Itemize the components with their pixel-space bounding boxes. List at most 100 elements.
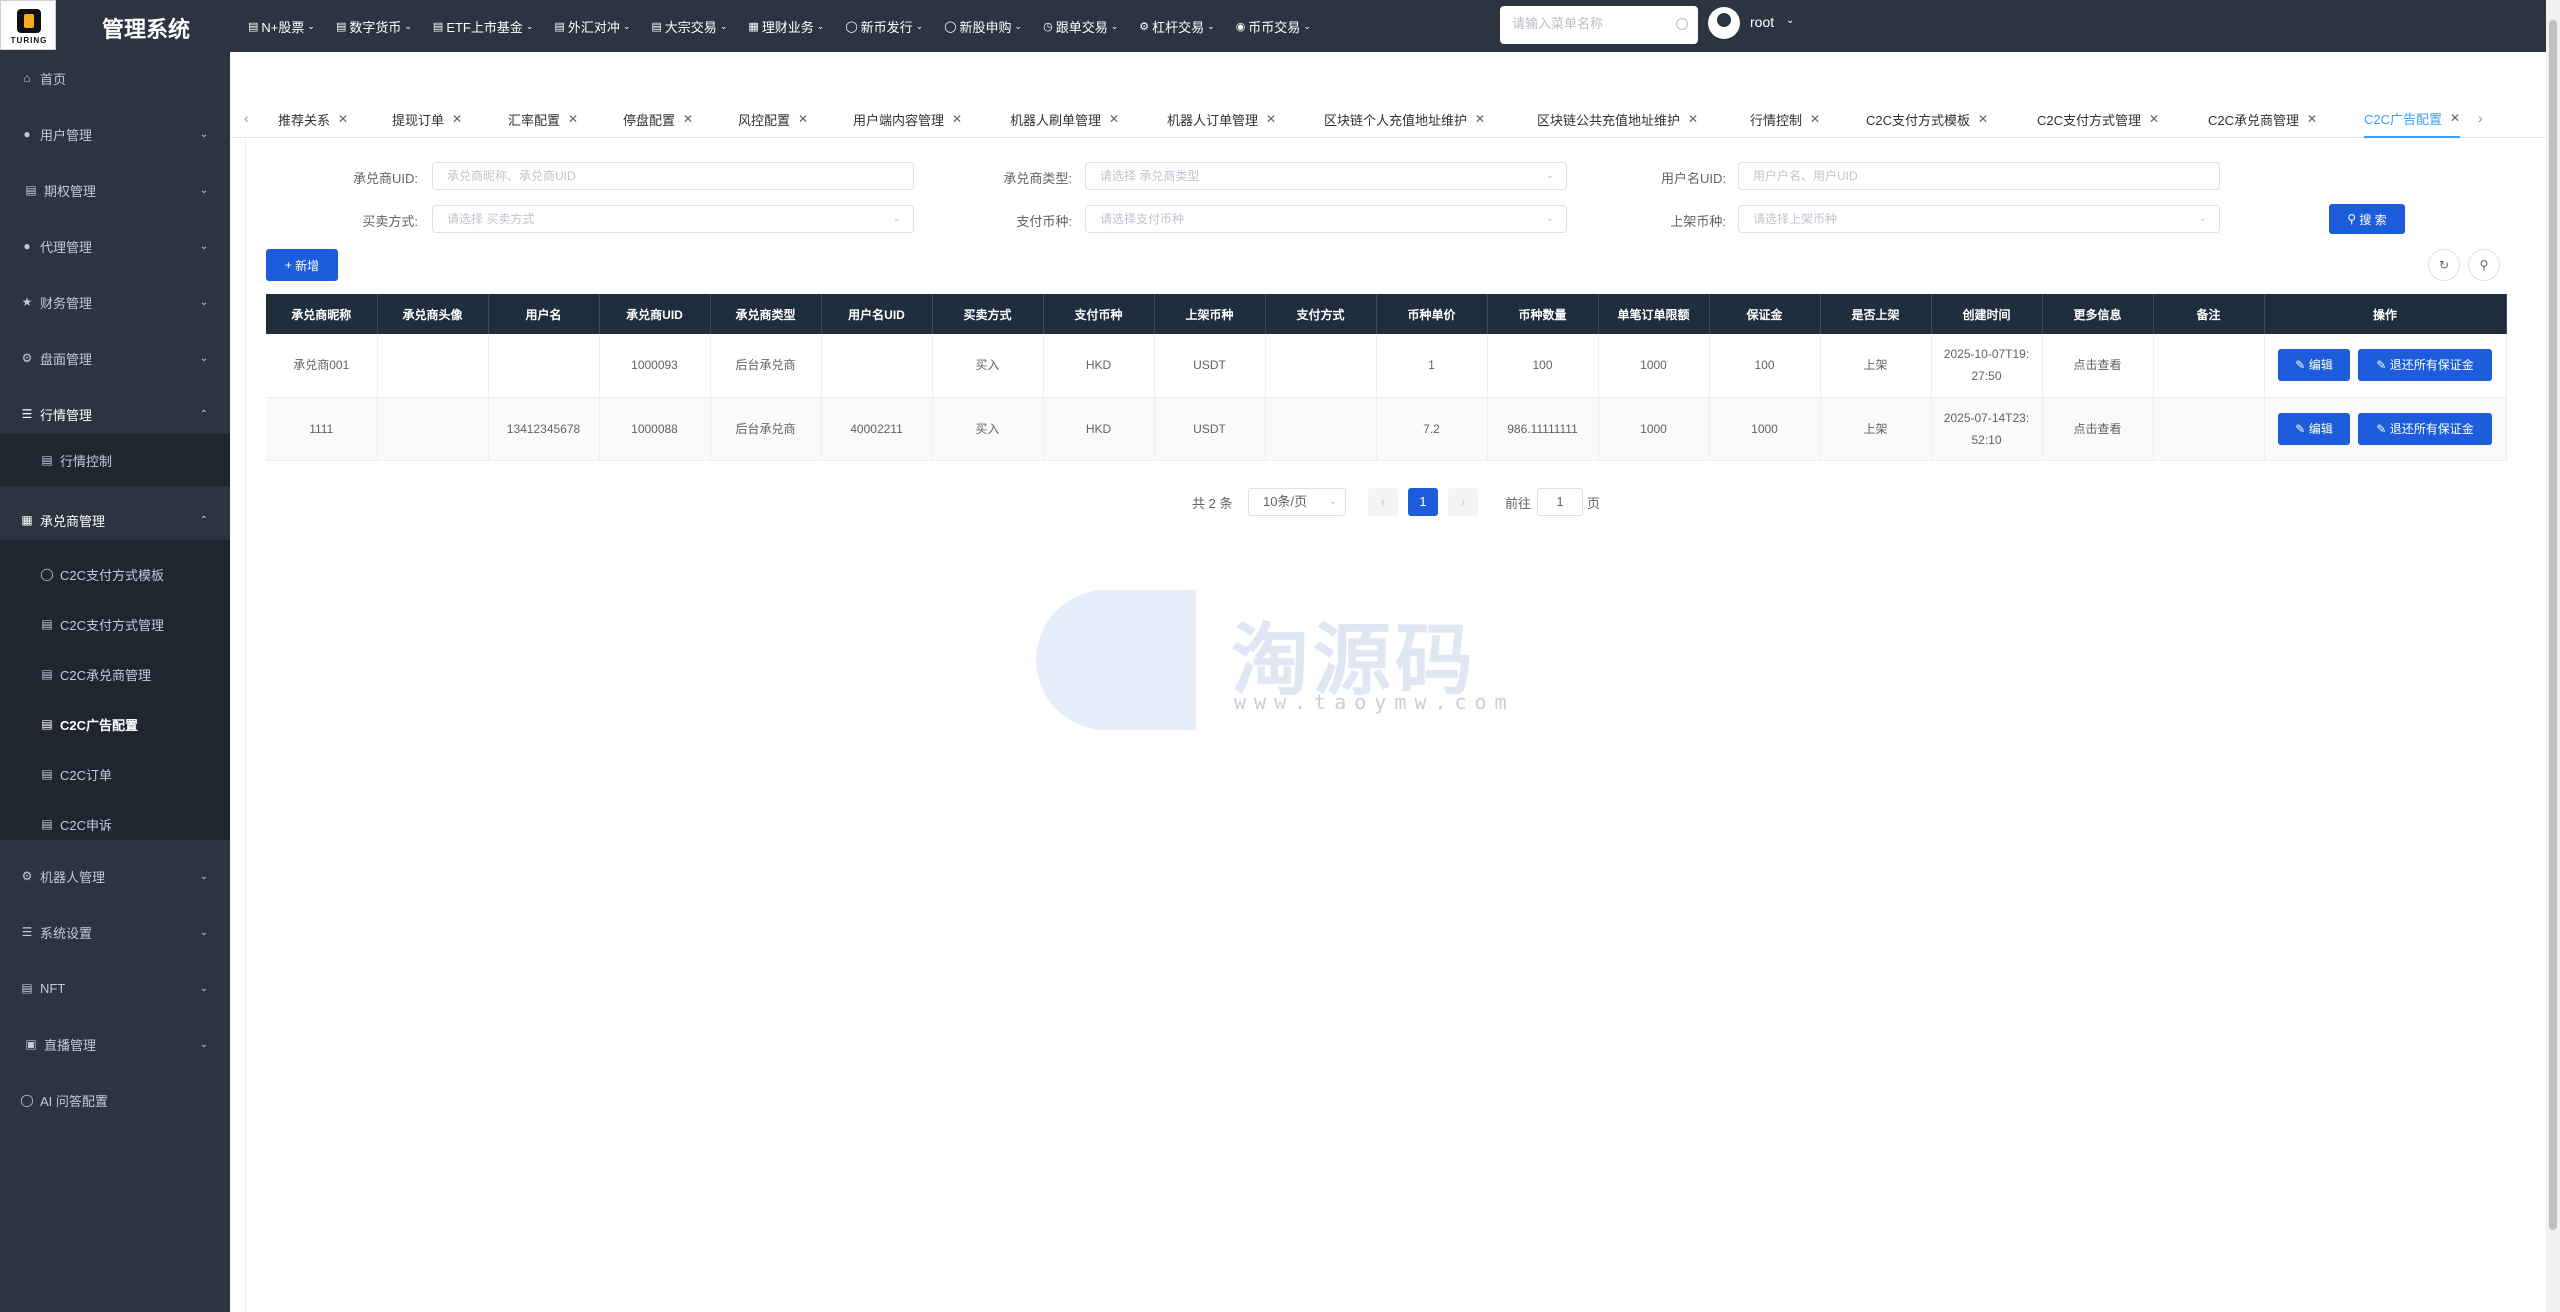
column-header: 承兑商UID bbox=[599, 294, 711, 334]
nav-ipo[interactable]: ◯ 新股申购 ⌄ bbox=[944, 15, 1022, 37]
tab-label: 机器人订单管理 bbox=[1167, 112, 1259, 128]
nav-stocks[interactable]: ▤ N+股票 ⌄ bbox=[248, 15, 315, 37]
close-icon[interactable]: ✕ bbox=[1475, 112, 1485, 126]
sidebar-item-c2c-orders[interactable]: ▤ C2C订单 bbox=[0, 754, 230, 794]
nav-new-coin[interactable]: ◯ 新币发行 ⌄ bbox=[845, 15, 923, 37]
merchant-type-select[interactable]: 请选择 承兑商类型 ⌄ bbox=[1085, 162, 1567, 190]
close-icon[interactable]: ✕ bbox=[338, 112, 348, 126]
close-icon[interactable]: ✕ bbox=[683, 112, 693, 126]
tab-referral[interactable]: 推荐关系 ✕ bbox=[278, 100, 348, 138]
tab-risk[interactable]: 风控配置 ✕ bbox=[738, 100, 808, 138]
tab-public-address[interactable]: 区块链公共充值地址维护 ✕ bbox=[1537, 100, 1698, 138]
refund-deposit-button[interactable]: ✎ 退还所有保证金 bbox=[2358, 349, 2492, 382]
close-icon[interactable]: ✕ bbox=[1810, 112, 1820, 126]
nav-copy-trade[interactable]: ◷ 跟单交易 ⌄ bbox=[1043, 15, 1118, 37]
close-icon[interactable]: ✕ bbox=[1266, 112, 1276, 126]
sidebar-item-home[interactable]: ⌂ 首页 bbox=[0, 58, 230, 98]
tab-c2c-pay-manage[interactable]: C2C支付方式管理 ✕ bbox=[2037, 100, 2159, 138]
page-size-select[interactable]: 10条/页 ⌄ bbox=[1248, 488, 1346, 516]
tabs-scroll-right-icon[interactable]: › bbox=[2478, 110, 2483, 126]
sidebar-item-nft[interactable]: ▤ NFT ⌄ bbox=[0, 968, 230, 1008]
sidebar-item-market-control[interactable]: ▤ 行情控制 bbox=[0, 440, 230, 480]
close-icon[interactable]: ✕ bbox=[2450, 111, 2460, 125]
sidebar-item-c2c-merchant[interactable]: ▤ C2C承兑商管理 bbox=[0, 654, 230, 694]
avatar[interactable] bbox=[1708, 7, 1740, 39]
prev-page-button[interactable]: ‹ bbox=[1368, 488, 1398, 516]
sidebar-item-c2c-pay-template[interactable]: ◯ C2C支付方式模板 bbox=[0, 554, 230, 594]
close-icon[interactable]: ✕ bbox=[1109, 112, 1119, 126]
tab-exchange-rate[interactable]: 汇率配置 ✕ bbox=[508, 100, 578, 138]
sidebar-item-finance[interactable]: ★ 财务管理 ⌄ bbox=[0, 282, 230, 322]
tab-halt[interactable]: 停盘配置 ✕ bbox=[623, 100, 693, 138]
goto-page-input[interactable]: 1 bbox=[1537, 488, 1583, 516]
refund-deposit-button[interactable]: ✎ 退还所有保证金 bbox=[2358, 412, 2492, 445]
close-icon[interactable]: ✕ bbox=[952, 112, 962, 126]
nav-crypto[interactable]: ▤ 数字货币 ⌄ bbox=[336, 15, 412, 37]
close-icon[interactable]: ✕ bbox=[2149, 112, 2159, 126]
next-page-button[interactable]: › bbox=[1448, 488, 1478, 516]
nav-spot[interactable]: ◉ 币币交易 ⌄ bbox=[1236, 15, 1311, 37]
close-icon[interactable]: ✕ bbox=[452, 112, 462, 126]
nav-leverage[interactable]: ⚙ 杠杆交易 ⌄ bbox=[1139, 15, 1214, 37]
sidebar-item-agents[interactable]: ● 代理管理 ⌄ bbox=[0, 226, 230, 266]
merchant-uid-input[interactable]: 承兑商昵称、承兑商UID bbox=[432, 162, 914, 190]
nav-wealth[interactable]: ▦ 理财业务 ⌄ bbox=[748, 15, 824, 37]
sidebar-item-users[interactable]: ● 用户管理 ⌄ bbox=[0, 114, 230, 154]
list-coin-select[interactable]: 请选择上架币种 ⌄ bbox=[1738, 205, 2220, 233]
page-scrollbar[interactable] bbox=[2546, 0, 2560, 1312]
add-button[interactable]: + 新增 bbox=[266, 249, 338, 281]
sidebar-item-merchant[interactable]: ▦ 承兑商管理 ⌃ bbox=[0, 500, 230, 540]
logo[interactable]: TURING bbox=[0, 0, 56, 50]
merchant-uid-label: 承兑商UID: bbox=[352, 171, 418, 186]
tab-c2c-pay-template[interactable]: C2C支付方式模板 ✕ bbox=[1866, 100, 1988, 138]
tabs-scroll-left-icon[interactable]: ‹ bbox=[244, 110, 249, 126]
edit-button[interactable]: ✎ 编辑 bbox=[2278, 349, 2350, 382]
cell-listed: 上架 bbox=[1820, 397, 1932, 461]
sidebar-item-options[interactable]: ▤ 期权管理 ⌄ bbox=[0, 170, 230, 210]
sidebar-item-c2c-pay-manage[interactable]: ▤ C2C支付方式管理 bbox=[0, 604, 230, 644]
search-icon[interactable] bbox=[1676, 18, 1688, 30]
menu-search-input[interactable] bbox=[1512, 16, 1662, 31]
scrollbar-thumb[interactable] bbox=[2549, 20, 2557, 1230]
sidebar-item-live[interactable]: ▣ 直播管理 ⌄ bbox=[0, 1024, 230, 1064]
sidebar-item-robots[interactable]: ⚙ 机器人管理 ⌄ bbox=[0, 856, 230, 896]
close-icon[interactable]: ✕ bbox=[798, 112, 808, 126]
tab-robot-orders[interactable]: 机器人订单管理 ✕ bbox=[1167, 100, 1276, 138]
tab-personal-address[interactable]: 区块链个人充值地址维护 ✕ bbox=[1324, 100, 1485, 138]
search-button[interactable]: ⚲ 搜 索 bbox=[2329, 204, 2405, 234]
refresh-button[interactable]: ↻ bbox=[2428, 249, 2460, 281]
cell-more-link[interactable]: 点击查看 bbox=[2042, 397, 2154, 461]
tab-withdraw[interactable]: 提现订单 ✕ bbox=[392, 100, 462, 138]
chevron-down-icon[interactable]: ⌄ bbox=[1786, 15, 1794, 26]
pay-coin-select[interactable]: 请选择支付币种 ⌄ bbox=[1085, 205, 1567, 233]
username[interactable]: root bbox=[1750, 14, 1774, 30]
user-uid-input[interactable]: 用户户名、用户UID bbox=[1738, 162, 2220, 190]
sidebar-item-c2c-appeal[interactable]: ▤ C2C申诉 bbox=[0, 804, 230, 844]
tab-c2c-ad-config[interactable]: C2C广告配置 ✕ bbox=[2364, 100, 2461, 138]
toggle-search-button[interactable]: ⚲ bbox=[2468, 249, 2500, 281]
sidebar-item-settings[interactable]: ☰ 系统设置 ⌄ bbox=[0, 912, 230, 952]
cell-more-link[interactable]: 点击查看 bbox=[2042, 334, 2154, 398]
close-icon[interactable]: ✕ bbox=[2307, 112, 2317, 126]
menu-search[interactable] bbox=[1500, 6, 1698, 44]
close-icon[interactable]: ✕ bbox=[1978, 112, 1988, 126]
nav-forex[interactable]: ▤ 外汇对冲 ⌄ bbox=[554, 15, 630, 37]
tab-market-control[interactable]: 行情控制 ✕ bbox=[1750, 100, 1820, 138]
tab-robot-brush[interactable]: 机器人刷单管理 ✕ bbox=[1010, 100, 1119, 138]
nav-block-trade[interactable]: ▤ 大宗交易 ⌄ bbox=[651, 15, 727, 37]
trade-type-select[interactable]: 请选择 买卖方式 ⌄ bbox=[432, 205, 914, 233]
sidebar-item-c2c-ad-config[interactable]: ▤ C2C广告配置 bbox=[0, 704, 230, 744]
nav-etf[interactable]: ▤ ETF上市基金 ⌄ bbox=[433, 15, 534, 37]
sidebar-item-market[interactable]: ☰ 行情管理 ⌃ bbox=[0, 394, 230, 434]
sidebar-item-board[interactable]: ⚙ 盘面管理 ⌄ bbox=[0, 338, 230, 378]
tab-user-content[interactable]: 用户端内容管理 ✕ bbox=[853, 100, 962, 138]
page-number-button[interactable]: 1 bbox=[1408, 488, 1438, 516]
sidebar-item-ai-qa[interactable]: ◯ AI 问答配置 bbox=[0, 1080, 230, 1120]
sidebar-item-label: 期权管理 bbox=[44, 183, 97, 199]
list-icon: ☰ bbox=[21, 407, 33, 421]
close-icon[interactable]: ✕ bbox=[1688, 112, 1698, 126]
close-icon[interactable]: ✕ bbox=[568, 112, 578, 126]
edit-button[interactable]: ✎ 编辑 bbox=[2278, 412, 2350, 445]
cell-actions: ✎ 编辑 ✎ 退还所有保证金 bbox=[2264, 334, 2507, 398]
tab-c2c-merchant[interactable]: C2C承兑商管理 ✕ bbox=[2208, 100, 2317, 138]
